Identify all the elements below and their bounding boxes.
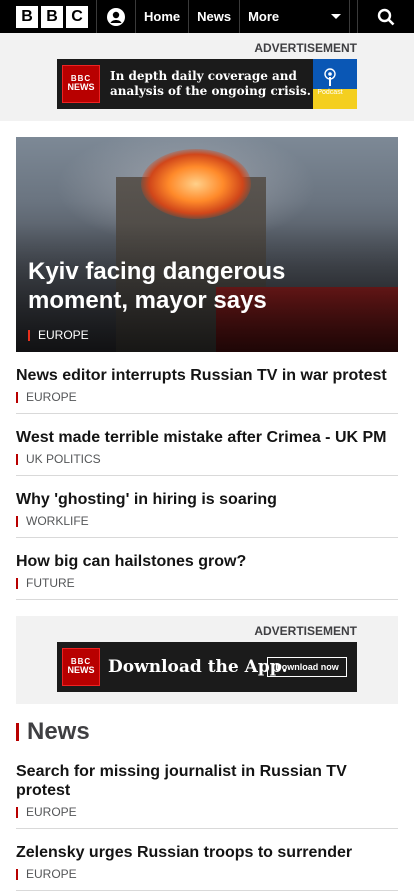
list-item[interactable]: News editor interrupts Russian TV in war… [16, 352, 398, 414]
section-label: EUROPE [26, 867, 77, 881]
badge-text: NEWS [67, 82, 95, 93]
story-title[interactable]: Search for missing journalist in Russian… [16, 762, 398, 800]
top-stories-list: News editor interrupts Russian TV in war… [0, 352, 414, 600]
ad-banner-app[interactable]: BBC NEWS Download the App. Download now [57, 642, 357, 692]
story-section[interactable]: EUROPE [16, 805, 398, 819]
news-stories-list: Search for missing journalist in Russian… [0, 746, 414, 891]
advertisement-label: ADVERTISEMENT [254, 624, 357, 638]
search-icon[interactable] [358, 0, 414, 33]
section-marker [16, 577, 18, 589]
section-marker [16, 723, 19, 741]
logo-block: C [66, 5, 88, 28]
badge-text: NEWS [67, 665, 95, 676]
advertisement-mid: ADVERTISEMENT BBC NEWS Download the App.… [16, 616, 398, 704]
section-title: News [27, 718, 90, 745]
hero-section-label: EUROPE [38, 328, 89, 342]
story-title[interactable]: How big can hailstones grow? [16, 552, 398, 571]
nav-home-link[interactable]: Home [136, 0, 188, 33]
section-label: EUROPE [26, 805, 77, 819]
ad-text: Download the App. [108, 657, 288, 677]
advertisement-label: ADVERTISEMENT [254, 41, 357, 55]
story-title[interactable]: West made terrible mistake after Crimea … [16, 428, 398, 447]
top-nav: B B C Home News More [0, 0, 414, 33]
section-label: UK POLITICS [26, 452, 101, 466]
account-icon[interactable] [97, 0, 135, 33]
nav-more-button[interactable]: More [240, 0, 349, 33]
hero-section-link[interactable]: EUROPE [28, 328, 89, 342]
podcast-label: Podcast [317, 89, 343, 96]
section-label: FUTURE [26, 576, 75, 590]
ad-text: In depth daily coverage and analysis of … [110, 69, 311, 99]
chevron-down-icon [331, 14, 342, 19]
logo-block: B [41, 5, 63, 28]
download-now-button[interactable]: Download now [267, 657, 347, 677]
list-item[interactable]: Zelensky urges Russian troops to surrend… [16, 829, 398, 891]
list-item[interactable]: West made terrible mistake after Crimea … [16, 414, 398, 476]
podcast-icon: Podcast [315, 67, 345, 96]
section-marker [16, 868, 18, 880]
section-label: EUROPE [26, 390, 77, 404]
section-marker [16, 515, 18, 527]
section-marker [16, 391, 18, 403]
advertisement-top: ADVERTISEMENT BBC NEWS In depth daily co… [0, 33, 414, 121]
bbc-news-badge: BBC NEWS [62, 648, 100, 686]
story-title[interactable]: Why 'ghosting' in hiring is soaring [16, 490, 398, 509]
section-marker [16, 806, 18, 818]
section-marker [28, 329, 30, 341]
ad-text-line: In depth daily coverage and [110, 69, 297, 83]
nav-news-link[interactable]: News [189, 0, 239, 33]
logo-block: B [16, 5, 38, 28]
bbc-news-badge: BBC NEWS [62, 65, 100, 103]
story-section[interactable]: UK POLITICS [16, 452, 398, 466]
hero-story[interactable]: Kyiv facing dangerous moment, mayor says… [16, 137, 398, 352]
story-title[interactable]: News editor interrupts Russian TV in war… [16, 366, 398, 385]
news-section-header[interactable]: News [16, 718, 398, 746]
bbc-logo[interactable]: B B C [0, 0, 96, 33]
section-label: WORKLIFE [26, 514, 89, 528]
nav-more-label: More [248, 9, 280, 24]
list-item[interactable]: Why 'ghosting' in hiring is soaring WORK… [16, 476, 398, 538]
story-section[interactable]: EUROPE [16, 390, 398, 404]
list-item[interactable]: How big can hailstones grow? FUTURE [16, 538, 398, 600]
list-item[interactable]: Search for missing journalist in Russian… [16, 746, 398, 829]
ad-banner-podcast[interactable]: BBC NEWS In depth daily coverage and ana… [57, 59, 357, 109]
story-title[interactable]: Zelensky urges Russian troops to surrend… [16, 843, 398, 862]
story-section[interactable]: WORKLIFE [16, 514, 398, 528]
ad-text-line: analysis of the ongoing crisis. [110, 84, 311, 98]
story-section[interactable]: FUTURE [16, 576, 398, 590]
story-section[interactable]: EUROPE [16, 867, 398, 881]
hero-title[interactable]: Kyiv facing dangerous moment, mayor says [28, 257, 318, 315]
section-marker [16, 453, 18, 465]
